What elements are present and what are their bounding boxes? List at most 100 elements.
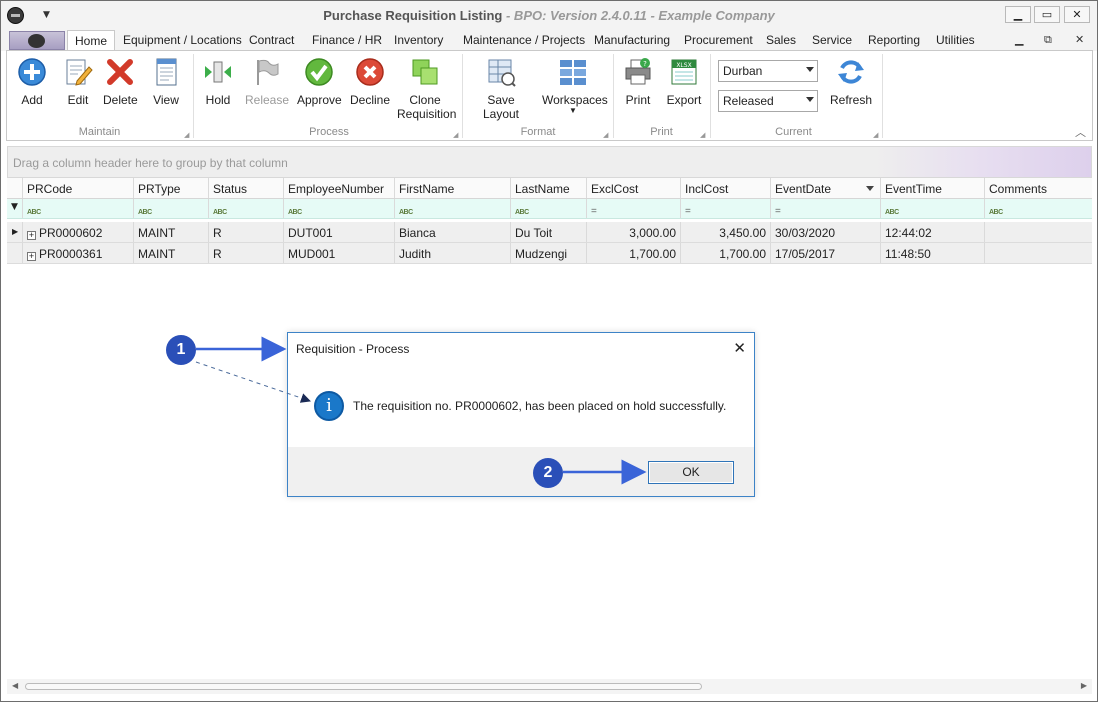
horizontal-scrollbar[interactable]: ◀ ▶: [7, 679, 1092, 694]
group-label-maintain: Maintain: [78, 126, 121, 138]
group-by-panel[interactable]: Drag a column header here to group by th…: [7, 146, 1092, 178]
tab-equipment-locations[interactable]: Equipment / Locations: [123, 33, 242, 47]
delete-button[interactable]: Delete: [103, 55, 138, 107]
cell-employeenumber[interactable]: DUT001: [284, 222, 395, 242]
cell-comments[interactable]: [985, 243, 1092, 263]
edit-button[interactable]: Edit: [61, 55, 95, 107]
expand-row-icon[interactable]: +: [27, 231, 36, 240]
ribbon-minimize-icon[interactable]: ▁: [1015, 33, 1023, 46]
filter-cell-status[interactable]: ABC: [209, 199, 284, 218]
column-header-eventdate[interactable]: EventDate: [771, 178, 881, 198]
filter-cell-inclcost[interactable]: =: [681, 199, 771, 218]
filter-cell-eventtime[interactable]: ABC: [881, 199, 985, 218]
cell-eventdate[interactable]: 17/05/2017: [771, 243, 881, 263]
cell-eventtime[interactable]: 12:44:02: [881, 222, 985, 242]
clone-requisition-button[interactable]: Clone Requisition: [397, 55, 456, 121]
cell-employeenumber[interactable]: MUD001: [284, 243, 395, 263]
refresh-button[interactable]: Refresh: [829, 55, 873, 107]
site-combo[interactable]: Durban: [718, 60, 818, 82]
hold-button[interactable]: Hold: [201, 55, 235, 107]
column-header-status[interactable]: Status: [209, 178, 284, 198]
cell-inclcost[interactable]: 3,450.00: [681, 222, 771, 242]
group-launcher-icon[interactable]: ◢: [873, 131, 878, 139]
status-combo[interactable]: Released: [718, 90, 818, 112]
column-header-prcode[interactable]: PRCode: [23, 178, 134, 198]
ok-button[interactable]: OK: [648, 461, 734, 484]
column-header-exclcost[interactable]: ExclCost: [587, 178, 681, 198]
collapse-ribbon-icon[interactable]: ︿: [1075, 124, 1086, 140]
info-icon: i: [314, 391, 344, 421]
cell-prtype[interactable]: MAINT: [134, 222, 209, 242]
group-launcher-icon[interactable]: ◢: [700, 131, 705, 139]
filter-cell-firstname[interactable]: ABC: [395, 199, 511, 218]
column-header-inclcost[interactable]: InclCost: [681, 178, 771, 198]
cell-comments[interactable]: [985, 222, 1092, 242]
cell-prcode[interactable]: + PR0000361: [23, 243, 134, 263]
tab-utilities[interactable]: Utilities: [936, 33, 975, 47]
tab-inventory[interactable]: Inventory: [394, 33, 443, 47]
table-row[interactable]: ▶ + PR0000602 MAINT R DUT001 Bianca Du To…: [7, 222, 1092, 243]
cell-prcode[interactable]: + PR0000602: [23, 222, 134, 242]
column-header-prtype[interactable]: PRType: [134, 178, 209, 198]
cell-firstname[interactable]: Bianca: [395, 222, 511, 242]
tab-reporting[interactable]: Reporting: [868, 33, 920, 47]
cell-exclcost[interactable]: 3,000.00: [587, 222, 681, 242]
tab-service[interactable]: Service: [812, 33, 852, 47]
cell-lastname[interactable]: Mudzengi: [511, 243, 587, 263]
cell-prtype[interactable]: MAINT: [134, 243, 209, 263]
expand-row-icon[interactable]: +: [27, 252, 36, 261]
group-launcher-icon[interactable]: ◢: [603, 131, 608, 139]
release-button[interactable]: Release: [245, 55, 289, 107]
column-header-employeenumber[interactable]: EmployeeNumber: [284, 178, 395, 198]
scrollbar-thumb[interactable]: [25, 683, 702, 690]
tab-sales[interactable]: Sales: [766, 33, 796, 47]
table-row[interactable]: + PR0000361 MAINT R MUD001 Judith Mudzeng…: [7, 243, 1092, 264]
print-button[interactable]: ? Print: [621, 55, 655, 107]
cell-exclcost[interactable]: 1,700.00: [587, 243, 681, 263]
cell-lastname[interactable]: Du Toit: [511, 222, 587, 242]
app-menu-button[interactable]: [9, 31, 65, 50]
cell-eventtime[interactable]: 11:48:50: [881, 243, 985, 263]
filter-cell-prcode[interactable]: ABC: [23, 199, 134, 218]
workspaces-dropdown[interactable]: Workspaces ▼: [542, 55, 608, 115]
cell-inclcost[interactable]: 1,700.00: [681, 243, 771, 263]
cell-eventdate[interactable]: 30/03/2020: [771, 222, 881, 242]
filter-cell-employeenumber[interactable]: ABC: [284, 199, 395, 218]
filter-cell-exclcost[interactable]: =: [587, 199, 681, 218]
ribbon-close-icon[interactable]: ✕: [1075, 33, 1084, 46]
tab-finance-hr[interactable]: Finance / HR: [312, 33, 382, 47]
filter-cell-eventdate[interactable]: =: [771, 199, 881, 218]
filter-cell-comments[interactable]: ABC: [985, 199, 1092, 218]
cell-firstname[interactable]: Judith: [395, 243, 511, 263]
decline-button[interactable]: Decline: [350, 55, 390, 107]
tab-maintenance-projects[interactable]: Maintenance / Projects: [463, 33, 585, 47]
tab-home[interactable]: Home: [67, 30, 116, 52]
group-launcher-icon[interactable]: ◢: [453, 131, 458, 139]
add-button[interactable]: Add: [15, 55, 49, 107]
cell-status[interactable]: R: [209, 243, 284, 263]
filter-cell-prtype[interactable]: ABC: [134, 199, 209, 218]
scroll-left-icon[interactable]: ◀: [12, 681, 18, 690]
tab-manufacturing[interactable]: Manufacturing: [594, 33, 670, 47]
approve-button[interactable]: Approve: [297, 55, 342, 107]
column-header-comments[interactable]: Comments: [985, 178, 1092, 198]
column-header-firstname[interactable]: FirstName: [395, 178, 511, 198]
export-button[interactable]: XLSX Export: [665, 55, 703, 107]
filter-cell-lastname[interactable]: ABC: [511, 199, 587, 218]
view-button[interactable]: View: [149, 55, 183, 107]
column-header-eventtime[interactable]: EventTime: [881, 178, 985, 198]
tab-contract[interactable]: Contract: [249, 33, 294, 47]
tab-procurement[interactable]: Procurement: [684, 33, 753, 47]
refresh-icon: [834, 55, 868, 89]
save-layout-button[interactable]: Save Layout: [469, 55, 533, 121]
group-launcher-icon[interactable]: ◢: [184, 131, 189, 139]
close-window-button[interactable]: ✕: [1064, 6, 1090, 23]
dialog-close-icon[interactable]: ✕: [733, 339, 746, 357]
equals-filter-icon: =: [685, 206, 691, 217]
column-header-lastname[interactable]: LastName: [511, 178, 587, 198]
maximize-button[interactable]: ▭: [1034, 6, 1060, 23]
scroll-right-icon[interactable]: ▶: [1081, 681, 1087, 690]
cell-status[interactable]: R: [209, 222, 284, 242]
ribbon-restore-icon[interactable]: ⧉: [1044, 33, 1052, 47]
minimize-button[interactable]: ▁: [1005, 6, 1031, 23]
